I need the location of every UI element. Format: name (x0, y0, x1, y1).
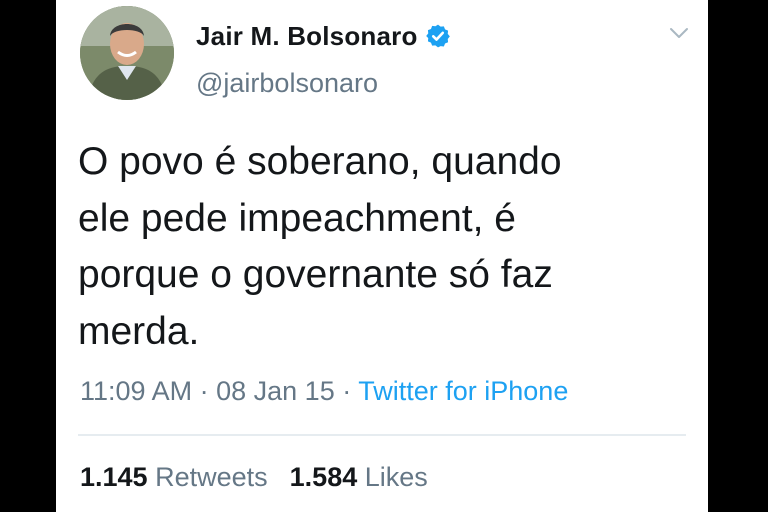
chevron-down-icon[interactable] (668, 22, 690, 44)
tweet-stats: 1.145 Retweets 1.584 Likes (80, 462, 428, 493)
tweet-card: Jair M. Bolsonaro @jairbolsonaro O povo … (56, 0, 708, 512)
author-handle[interactable]: @jairbolsonaro (196, 68, 378, 99)
meta-separator: · (342, 376, 352, 406)
meta-separator: · (199, 376, 209, 406)
author-name-row[interactable]: Jair M. Bolsonaro (196, 16, 451, 56)
retweets-stat[interactable]: 1.145 Retweets (80, 462, 268, 492)
tweet-text: O povo é soberano, quando ele pede impea… (78, 140, 562, 353)
tweet-source-link[interactable]: Twitter for iPhone (358, 376, 568, 406)
likes-label: Likes (364, 462, 428, 492)
tweet-date[interactable]: 08 Jan 15 (216, 376, 335, 406)
display-name[interactable]: Jair M. Bolsonaro (196, 21, 418, 52)
tweet-time[interactable]: 11:09 AM (80, 376, 192, 406)
verified-badge-icon (425, 24, 450, 48)
retweets-count: 1.145 (80, 462, 148, 492)
divider (78, 434, 686, 436)
retweets-label: Retweets (155, 462, 268, 492)
likes-stat[interactable]: 1.584 Likes (290, 462, 428, 492)
likes-count: 1.584 (289, 462, 358, 492)
avatar[interactable] (80, 6, 174, 100)
tweet-meta: 11:09 AM · 08 Jan 15 · Twitter for iPhon… (80, 376, 568, 407)
